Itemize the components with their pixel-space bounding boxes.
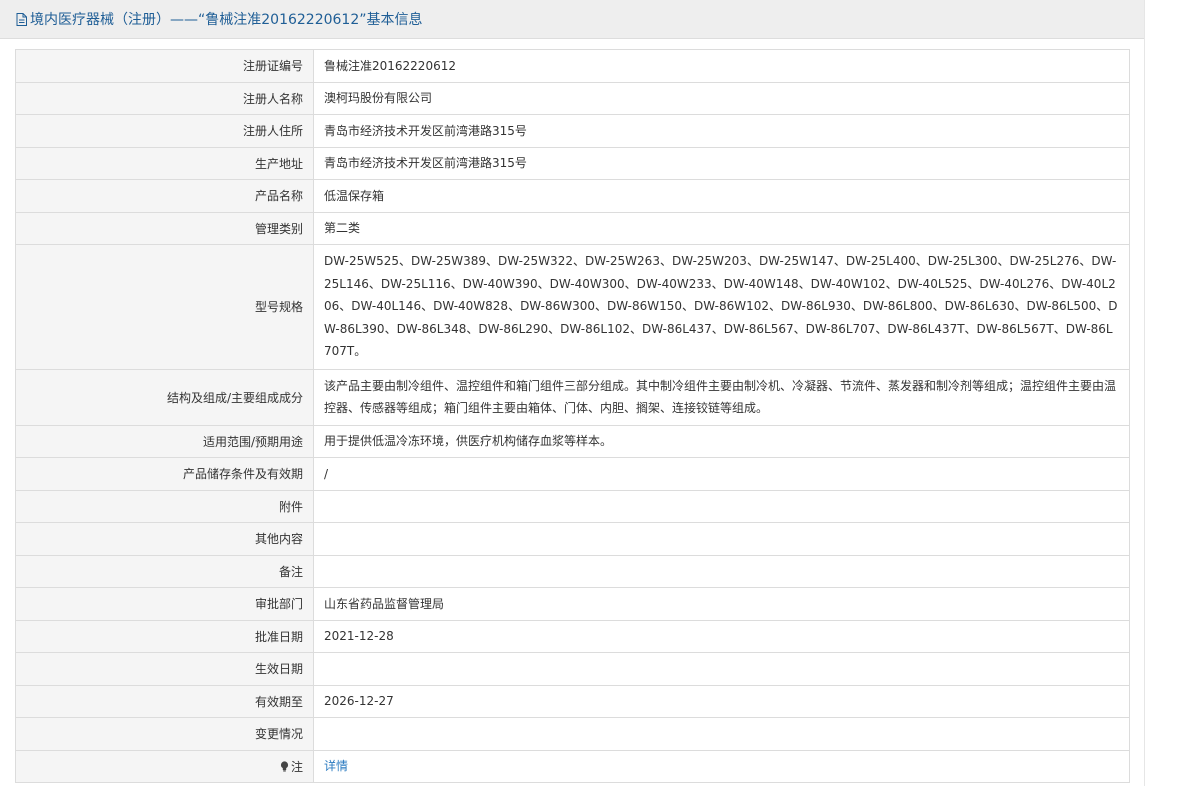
row-value: / [313,457,1130,491]
row-label: 型号规格 [15,244,314,370]
info-table: 注册证编号 鲁械注准20162220612 注册人名称 澳柯玛股份有限公司 注册… [15,49,1130,783]
note-label-cell: 注 [15,749,314,783]
table-row: 其他内容 [15,522,1130,556]
row-label: 注册人住所 [15,114,314,148]
table-row: 生效日期 [15,652,1130,686]
table-row: 审批部门 山东省药品监督管理局 [15,587,1130,621]
row-label: 产品名称 [15,179,314,213]
table-row: 产品名称 低温保存箱 [15,179,1130,213]
table-row: 型号规格 DW-25W525、DW-25W389、DW-25W322、DW-25… [15,244,1130,370]
table-row: 结构及组成/主要组成成分 该产品主要由制冷组件、温控组件和箱门组件三部分组成。其… [15,368,1130,426]
note-row: 注 详情 [15,749,1130,783]
row-value: 鲁械注准20162220612 [313,49,1130,83]
row-value [313,522,1130,556]
table-row: 适用范围/预期用途 用于提供低温冷冻环境，供医疗机构储存血浆等样本。 [15,424,1130,458]
row-label: 结构及组成/主要组成成分 [15,368,314,426]
row-value: 2026-12-27 [313,684,1130,718]
table-row: 有效期至 2026-12-27 [15,684,1130,718]
row-value: 青岛市经济技术开发区前湾港路315号 [313,146,1130,180]
details-link[interactable]: 详情 [324,759,348,773]
page-title: 境内医疗器械（注册）——“鲁械注准20162220612”基本信息 [30,12,423,28]
table-row: 管理类别 第二类 [15,211,1130,245]
table-row: 附件 [15,489,1130,523]
row-label: 管理类别 [15,211,314,245]
row-label: 生效日期 [15,652,314,686]
table-row: 注册人名称 澳柯玛股份有限公司 [15,81,1130,115]
row-value: DW-25W525、DW-25W389、DW-25W322、DW-25W263、… [313,244,1130,370]
row-value: 山东省药品监督管理局 [313,587,1130,621]
table-row: 生产地址 青岛市经济技术开发区前湾港路315号 [15,146,1130,180]
row-label: 注册人名称 [15,81,314,115]
row-label: 产品储存条件及有效期 [15,457,314,491]
row-value: 低温保存箱 [313,179,1130,213]
row-label: 变更情况 [15,717,314,751]
row-label: 审批部门 [15,587,314,621]
row-value: 用于提供低温冷冻环境，供医疗机构储存血浆等样本。 [313,424,1130,458]
row-label: 备注 [15,554,314,588]
row-label: 注册证编号 [15,49,314,83]
row-label: 其他内容 [15,522,314,556]
row-value: 该产品主要由制冷组件、温控组件和箱门组件三部分组成。其中制冷组件主要由制冷机、冷… [313,368,1130,426]
table-row: 注册证编号 鲁械注准20162220612 [15,49,1130,83]
row-label: 生产地址 [15,146,314,180]
table-row: 备注 [15,554,1130,588]
row-value: 2021-12-28 [313,619,1130,653]
table-row: 变更情况 [15,717,1130,751]
row-label: 适用范围/预期用途 [15,424,314,458]
row-value [313,554,1130,588]
note-label: 注 [290,759,303,774]
row-value [313,489,1130,523]
table-row: 注册人住所 青岛市经济技术开发区前湾港路315号 [15,114,1130,148]
row-value: 第二类 [313,211,1130,245]
table-row: 批准日期 2021-12-28 [15,619,1130,653]
row-label: 批准日期 [15,619,314,653]
panel-header: 境内医疗器械（注册）——“鲁械注准20162220612”基本信息 [0,0,1144,39]
row-label: 附件 [15,489,314,523]
info-panel: 境内医疗器械（注册）——“鲁械注准20162220612”基本信息 注册证编号 … [0,0,1145,786]
row-value [313,652,1130,686]
document-icon [16,12,27,26]
row-value: 青岛市经济技术开发区前湾港路315号 [313,114,1130,148]
row-label: 有效期至 [15,684,314,718]
row-value: 澳柯玛股份有限公司 [313,81,1130,115]
table-row: 产品储存条件及有效期 / [15,457,1130,491]
note-value-cell: 详情 [313,749,1130,783]
row-value [313,717,1130,751]
lightbulb-icon [280,761,289,772]
